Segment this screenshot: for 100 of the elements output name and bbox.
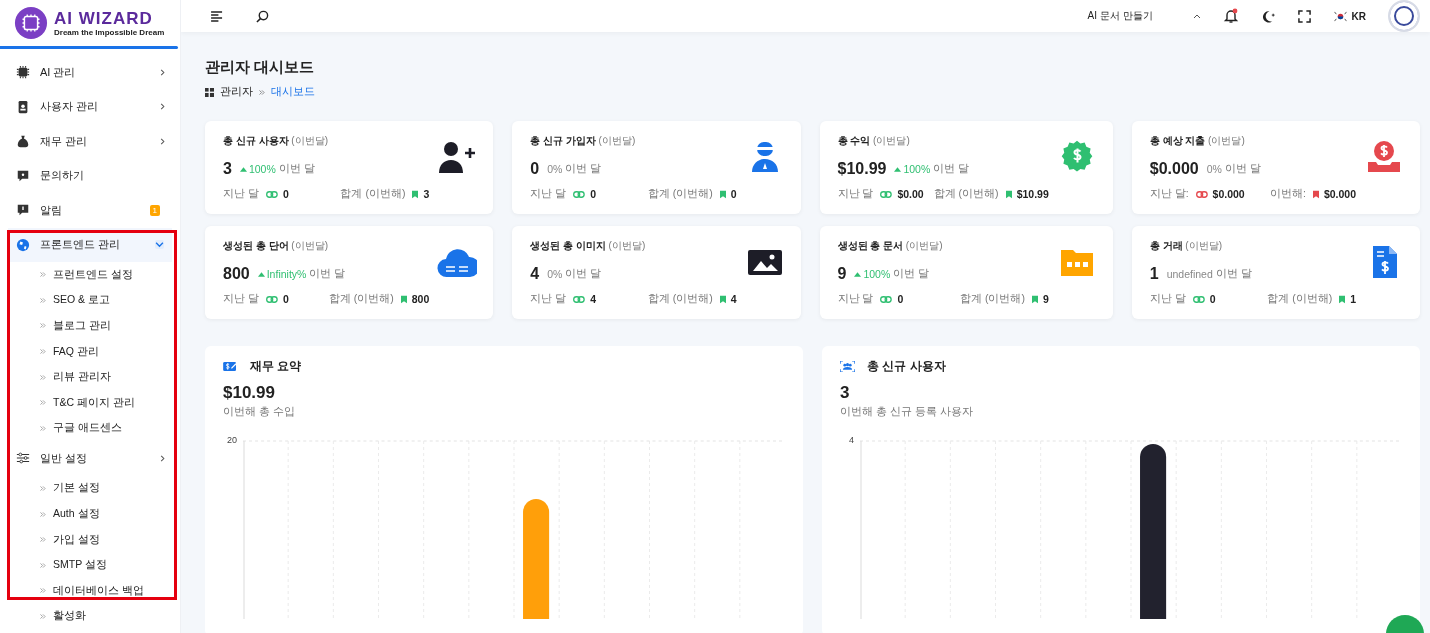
sidebar-subitem[interactable]: 데이터베이스 백업 bbox=[0, 578, 180, 604]
search-icon[interactable] bbox=[256, 9, 269, 23]
moon-icon[interactable] bbox=[1260, 8, 1276, 24]
chart-caption: 이번해 총 수입 bbox=[223, 405, 296, 419]
chart-title: 총 신규 사용자 bbox=[867, 358, 946, 375]
chip-icon bbox=[16, 65, 30, 80]
sidebar-item[interactable]: 프론트엔드 관리 bbox=[8, 227, 172, 262]
sidebar-item[interactable]: AI 관리 bbox=[0, 55, 180, 90]
sidebar-item[interactable]: 사용자 관리 bbox=[0, 89, 180, 124]
bookmark-icon bbox=[1312, 189, 1319, 199]
change-label: 이번 달 bbox=[1215, 267, 1252, 281]
last-month-value: 0 bbox=[282, 293, 289, 305]
stat-value: $10.99 bbox=[837, 160, 887, 178]
sidebar-item[interactable]: 재무 관리 bbox=[0, 124, 180, 159]
moneybag-icon bbox=[16, 134, 30, 149]
create-document-menu[interactable]: AI 문서 만들기 bbox=[1087, 9, 1153, 23]
double-chevron-icon bbox=[40, 613, 46, 619]
sidebar-subitem[interactable]: T&C 페이지 관리 bbox=[0, 389, 180, 416]
sidebar-subitem[interactable]: 기본 설정 bbox=[0, 475, 180, 502]
sidebar-subitem[interactable]: SEO & 로고 bbox=[0, 287, 180, 314]
page-title: 관리자 대시보드 bbox=[205, 58, 316, 77]
sidebar-subitem[interactable]: 구글 애드센스 bbox=[0, 415, 180, 442]
sidebar-item-label: 문의하기 bbox=[40, 168, 85, 184]
breadcrumb-item: 대시보드 bbox=[271, 85, 315, 99]
sidebar-item[interactable]: 일반 설정 bbox=[0, 441, 180, 476]
sidebar-subitem-label: SEO & 로고 bbox=[53, 293, 110, 308]
stat-title: 총 수익 (이번달) bbox=[837, 134, 911, 148]
year-total-value: 0 bbox=[730, 188, 737, 200]
last-month-label: 지난 달: bbox=[1149, 187, 1189, 201]
year-total-value: 800 bbox=[411, 293, 430, 305]
last-month-label: 지난 달 bbox=[223, 187, 259, 201]
sidebar-subitem-label: Auth 설정 bbox=[53, 507, 100, 522]
sidebar-subitem-label: 데이터베이스 백업 bbox=[53, 583, 144, 598]
axis-tick-label: 20 bbox=[226, 435, 237, 447]
change-percent: 0% bbox=[547, 268, 563, 280]
sidebar-subitem[interactable]: 블로그 관리 bbox=[0, 313, 180, 339]
sidebar-subitem-label: 프런트엔드 설정 bbox=[53, 267, 133, 282]
year-total-value: 1 bbox=[1350, 293, 1356, 305]
bell-icon[interactable] bbox=[1222, 8, 1239, 24]
stat-value: 800 bbox=[223, 265, 250, 283]
sidebar-subitem[interactable]: Auth 설정 bbox=[0, 501, 180, 527]
sidebar-subitem[interactable]: SMTP 설정 bbox=[0, 552, 180, 579]
double-chevron-icon bbox=[40, 588, 46, 594]
year-total-value: $0.000 bbox=[1323, 188, 1356, 200]
bookmark-icon bbox=[1005, 189, 1012, 199]
bookmark-icon bbox=[1339, 294, 1346, 304]
bookmark-icon bbox=[1031, 294, 1038, 304]
up-triangle-icon bbox=[257, 271, 265, 277]
stat-title: 총 신규 사용자 (이번달) bbox=[223, 134, 329, 148]
double-chevron-icon bbox=[40, 374, 46, 380]
fullscreen-icon[interactable] bbox=[1297, 9, 1311, 23]
breadcrumb-item[interactable]: 관리자 bbox=[220, 85, 253, 99]
year-total-label: 합계 (이번해) bbox=[328, 292, 394, 306]
bookmark-icon bbox=[719, 294, 726, 304]
language-selector[interactable]: KR bbox=[1332, 10, 1366, 22]
sidebar-subitem[interactable]: 활성화 bbox=[0, 603, 180, 630]
sidebar-subitem-label: 가입 설정 bbox=[53, 532, 100, 547]
sidebar-item-label: 알림 bbox=[40, 202, 63, 218]
bookmark-icon bbox=[412, 189, 419, 199]
globe-icon bbox=[16, 237, 30, 252]
user-plus-icon bbox=[437, 140, 478, 174]
sidebar-subitem[interactable]: 가입 설정 bbox=[0, 526, 180, 553]
last-month-label: 지난 달 bbox=[1149, 292, 1186, 306]
caret-up-icon[interactable] bbox=[1192, 13, 1201, 19]
stat-value: 9 bbox=[837, 265, 847, 283]
double-chevron-icon bbox=[40, 425, 46, 431]
change-label: 이번 달 bbox=[933, 162, 970, 176]
change-percent: 100% bbox=[248, 163, 276, 175]
stat-value: $0.000 bbox=[1149, 160, 1199, 178]
sidebar-item-label: 일반 설정 bbox=[40, 450, 89, 466]
sidebar-subitem[interactable]: 프런트엔드 설정 bbox=[0, 262, 180, 288]
sidebar-subitem[interactable]: FAQ 관리 bbox=[0, 338, 180, 365]
sidebar-item[interactable]: 문의하기 bbox=[0, 158, 180, 193]
stat-value: 1 bbox=[1149, 265, 1159, 283]
sidebar-subitem[interactable]: 리뷰 관리자 bbox=[0, 364, 180, 390]
change-label: 이번 달 bbox=[309, 267, 346, 281]
brand-tagline: Dream the Impossible Dream bbox=[54, 27, 165, 37]
sidebar-subitem-label: FAQ 관리 bbox=[53, 344, 99, 359]
year-total-label: 합계 (이번해) bbox=[1267, 292, 1333, 306]
year-total-label: 이번해: bbox=[1269, 187, 1306, 201]
sidebar-item-label: AI 관리 bbox=[40, 64, 77, 80]
bookmark-icon bbox=[719, 189, 726, 199]
bookmark-icon bbox=[400, 294, 407, 304]
dashboard-icon bbox=[205, 87, 214, 97]
brand-name: AI WIZARD bbox=[54, 9, 154, 28]
last-month-value: 4 bbox=[590, 293, 596, 305]
change-label: 이번 달 bbox=[278, 162, 315, 176]
double-chevron-icon bbox=[40, 537, 46, 543]
double-chevron-icon bbox=[40, 511, 46, 517]
last-month-label: 지난 달 bbox=[223, 292, 259, 306]
sidebar-item[interactable]: 알림 1 bbox=[0, 193, 180, 228]
chart-caption: 이번해 총 신규 등록 사용자 bbox=[840, 405, 974, 419]
year-total-value: 9 bbox=[1042, 293, 1049, 305]
avatar[interactable] bbox=[1388, 0, 1420, 32]
sidebar-subitem-label: SMTP 설정 bbox=[53, 558, 107, 573]
axis-tick-label: 4 bbox=[848, 435, 854, 447]
menu-icon[interactable] bbox=[211, 10, 224, 22]
stat-title: 총 예상 지출 (이번달) bbox=[1149, 134, 1246, 148]
year-total-label: 합계 (이번해) bbox=[960, 292, 1025, 306]
sidebar-subitem-label: 활성화 bbox=[53, 609, 86, 624]
